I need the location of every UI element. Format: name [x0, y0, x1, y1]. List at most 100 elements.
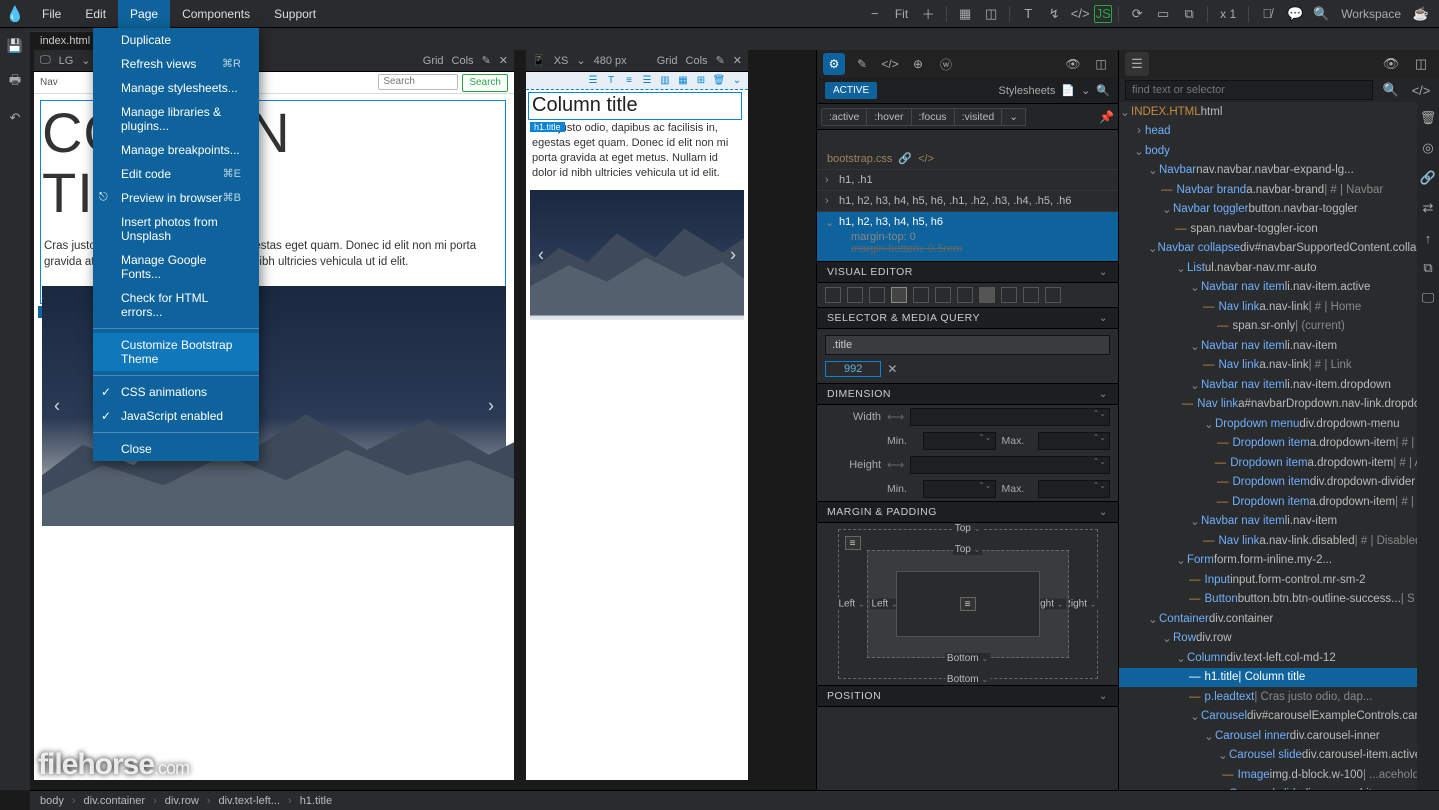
menu-entry[interactable]: ✓CSS animations [93, 380, 259, 404]
tree-node[interactable]: —Nav link a.nav-link | # | Home [1119, 297, 1439, 317]
tree-node[interactable]: ⌄Column div.text-left.col-md-12 [1119, 648, 1439, 668]
refresh-icon[interactable]: ⟳ [1125, 2, 1149, 26]
active-tab[interactable]: ACTIVE [825, 82, 877, 99]
close-icon[interactable]: ✕ [499, 54, 508, 67]
pseudo-hover[interactable]: :hover [867, 108, 911, 126]
width-max-input[interactable] [1038, 432, 1111, 450]
search-button[interactable]: Search [462, 74, 508, 92]
device-icon[interactable]: 🖵 [40, 54, 51, 67]
chevron-down-icon[interactable]: ⌄ [730, 74, 744, 88]
tool-7[interactable] [957, 287, 973, 303]
search-input[interactable] [378, 74, 458, 90]
panel-icon[interactable]: ◫ [1090, 53, 1112, 75]
tree-root[interactable]: ⌄INDEX.HTML html [1119, 102, 1439, 122]
tool-8[interactable] [979, 287, 995, 303]
menu-file[interactable]: File [30, 0, 73, 28]
code-icon[interactable]: </> [879, 53, 901, 75]
tool-3[interactable] [869, 287, 885, 303]
margin-padding-header[interactable]: MARGIN & PADDING⌄ [817, 501, 1118, 523]
menu-icon[interactable]: ☰ [586, 74, 600, 88]
breadcrumb-item[interactable]: h1.title [296, 795, 336, 807]
zoom-out-icon[interactable]: − [863, 2, 887, 26]
css-rule[interactable]: ›h1, h2, h3, h4, h5, h6, .h1, .h2, .h3, … [817, 190, 1118, 211]
size-label[interactable]: XS [554, 55, 569, 67]
tree-node[interactable]: —p.leadtext | Cras justo odio, dap... [1119, 687, 1439, 707]
tree-node[interactable]: ⌄Carousel inner div.carousel-inner [1119, 726, 1439, 746]
trash-icon[interactable]: 🗑 [712, 74, 726, 88]
breadcrumb-item[interactable]: div.row [161, 795, 203, 807]
tree-node[interactable]: ⌄Carousel div#carouselExampleControls.ca… [1119, 707, 1439, 727]
tree-search-input[interactable] [1125, 80, 1373, 100]
workspace-button[interactable]: Workspace [1335, 7, 1407, 21]
grid-toggle[interactable]: Grid [423, 55, 444, 67]
menu-entry[interactable]: Manage Google Fonts... [93, 248, 259, 286]
visibility-toggle-icon[interactable]: 👁̸ [1255, 2, 1279, 26]
tree-node[interactable]: —Navbar brand a.navbar-brand | # | Navba… [1119, 180, 1439, 200]
tree-node[interactable]: ⌄Navbar collapse div#navbarSupportedCont… [1119, 239, 1439, 259]
menu-support[interactable]: Support [262, 0, 328, 28]
menu-components[interactable]: Components [170, 0, 262, 28]
breadcrumb-item[interactable]: body [36, 795, 68, 807]
width-input[interactable] [910, 408, 1110, 426]
link-icon[interactable]: 🔗 [1416, 166, 1439, 190]
menu-entry[interactable]: Duplicate [93, 28, 259, 52]
zoom-in-icon[interactable]: ＋ [916, 2, 940, 26]
screenshot-icon[interactable]: ⧉ [1177, 2, 1201, 26]
eye-icon[interactable]: 👁 [1379, 52, 1403, 76]
tree-node[interactable]: —Dropdown item a.dropdown-item | # | Ano [1119, 453, 1439, 473]
js-tool-icon[interactable]: JS [1094, 5, 1112, 23]
add-icon[interactable]: ⊕ [907, 53, 929, 75]
tree-node[interactable]: ⌄Carousel slide div.carousel-item.active [1119, 746, 1439, 766]
hamburger-icon[interactable]: ☰ [640, 74, 654, 88]
selector-input[interactable] [825, 335, 1110, 355]
tool-5[interactable] [913, 287, 929, 303]
tool-9[interactable] [1001, 287, 1017, 303]
css-tool-icon[interactable]: ↯ [1042, 2, 1066, 26]
tool-2[interactable] [847, 287, 863, 303]
menu-entry[interactable]: Manage libraries & plugins... [93, 100, 259, 138]
navbar-brand[interactable]: Nav [40, 77, 58, 88]
tree-node[interactable]: —Dropdown item a.dropdown-item | # | Act [1119, 434, 1439, 454]
height-input[interactable] [910, 456, 1110, 474]
wordpress-icon[interactable]: ⓦ [935, 53, 957, 75]
coffee-icon[interactable]: ☕ [1409, 2, 1433, 26]
menu-entry[interactable]: Customize Bootstrap Theme [93, 333, 259, 371]
tree-node[interactable]: ›head [1119, 122, 1439, 142]
code-icon[interactable]: </> [1409, 78, 1433, 102]
panel-icon[interactable]: ◫ [1409, 52, 1433, 76]
cols-toggle[interactable]: Cols [686, 55, 708, 67]
tree-node[interactable]: —Button button.btn.btn-outline-success..… [1119, 590, 1439, 610]
page-preview-xs[interactable]: ☰ T ≡ ☰ ▥ ▦ ⊞ 🗑 ⌄ Column title h1.title … [526, 72, 748, 780]
tree-node[interactable]: ⌄Navbar toggler button.navbar-toggler [1119, 200, 1439, 220]
tree-node[interactable]: ⌄Navbar nav.navbar.navbar-expand-lg... [1119, 161, 1439, 181]
zoom-fit[interactable]: Fit [889, 7, 914, 21]
target-icon[interactable]: ◎ [1416, 136, 1439, 160]
menu-entry[interactable]: ✓JavaScript enabled [93, 404, 259, 428]
tree-node[interactable]: —Nav link a#navbarDropdown.nav-link.drop… [1119, 395, 1439, 415]
tree-node[interactable]: ⌄Row div.row [1119, 629, 1439, 649]
menu-entry[interactable]: Close [93, 437, 259, 461]
css-rule[interactable]: ⌄h1, h2, h3, h4, h5, h6margin-top: 0marg… [817, 211, 1118, 261]
cols-toggle[interactable]: Cols [452, 55, 474, 67]
tool-11[interactable] [1045, 287, 1061, 303]
breadcrumb-item[interactable]: div.text-left... [214, 795, 284, 807]
tree-node[interactable]: —span.sr-only | (current) [1119, 317, 1439, 337]
close-icon[interactable]: ✕ [733, 54, 742, 67]
chevron-down-icon[interactable]: ⌄ [1081, 84, 1090, 97]
search-icon[interactable]: 🔍 [1096, 84, 1110, 97]
breadcrumb-item[interactable]: div.container [80, 795, 150, 807]
tool-10[interactable] [1023, 287, 1039, 303]
text-tool-icon[interactable]: T [1016, 2, 1040, 26]
carousel-prev-icon[interactable]: ‹ [54, 395, 60, 416]
tree-node[interactable]: ⌄Container div.container [1119, 609, 1439, 629]
pseudo-focus[interactable]: :focus [912, 108, 955, 126]
swap-icon[interactable]: ⇄ [1416, 196, 1439, 220]
code-tool-icon[interactable]: </> [1068, 2, 1092, 26]
carousel[interactable]: ‹ › [530, 190, 744, 320]
css-file-label[interactable]: bootstrap.css 🔗 </> [817, 148, 1118, 169]
menu-entry[interactable]: Edit code⌘E [93, 162, 259, 186]
eye-icon[interactable]: 👁 [1062, 53, 1084, 75]
tool-text[interactable] [891, 287, 907, 303]
duplicate-icon[interactable]: ⧉ [1416, 256, 1439, 280]
tree-node[interactable]: ⌄Navbar nav item li.nav-item.dropdown [1119, 375, 1439, 395]
